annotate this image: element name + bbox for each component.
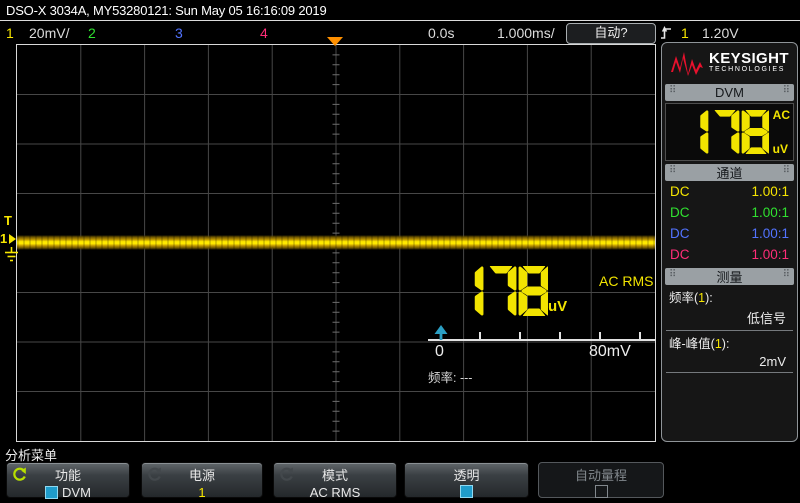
timebase-readout: 1.000ms/: [497, 25, 555, 41]
dvm-overlay-frequency: 频率: ---: [428, 367, 472, 386]
trigger-level-marker[interactable]: T: [4, 213, 12, 228]
keysight-spark-icon: [670, 50, 704, 76]
dvm-panel-title: DVM: [715, 85, 744, 100]
grip-dots-icon: ⠿: [783, 165, 790, 176]
waveform-trace-ch1: [17, 235, 655, 250]
softkey-label: 自动量程: [539, 465, 663, 484]
channel-probe-ratio: 1.00:1: [751, 184, 789, 199]
dvm-digits: [681, 110, 769, 154]
keysight-logo: KEYSIGHT TECHNOLOGIES: [662, 43, 797, 83]
measure-panel-header[interactable]: ⠿ 测量 ⠿: [665, 268, 794, 285]
separator-line: [0, 20, 800, 21]
dvm-scale-tick: [479, 332, 481, 339]
title-bar: DSO-X 3034A, MY53280121: Sun May 05 16:1…: [6, 3, 326, 18]
dvm-scale-tick: [639, 332, 641, 339]
measure-panel-title: 测量: [716, 267, 742, 286]
softkey-value: AC RMS: [274, 485, 396, 500]
channel-coupling: DC: [670, 226, 690, 241]
channel-coupling: DC: [670, 184, 690, 199]
measure-item-peak-peak: 峰-峰值(1): 2mV: [665, 331, 794, 373]
channel-row-3: DC 1.00:1: [665, 223, 794, 244]
softkey-label: 透明: [405, 465, 528, 484]
trigger-slope-icon: [660, 25, 672, 41]
channel4-label: 4: [260, 25, 268, 41]
softkey-value: 1: [142, 485, 262, 500]
channel-probe-ratio: 1.00:1: [751, 226, 789, 241]
grip-dots-icon: ⠿: [783, 85, 790, 96]
channel1-reference-marker[interactable]: 1: [0, 231, 7, 246]
dvm-scale-tick: [599, 332, 601, 339]
measure-label: 峰-峰值(1):: [665, 331, 794, 353]
brand-sub: TECHNOLOGIES: [709, 66, 789, 74]
dvm-unit: uV: [773, 142, 790, 156]
dvm-panel: ⠿ DVM ⠿ AC uV: [665, 84, 794, 161]
dvm-scale-tick: [559, 332, 561, 339]
dvm-scale-min: 0: [435, 343, 444, 361]
grip-dots-icon: ⠿: [669, 165, 676, 176]
measure-value: 2mV: [665, 353, 794, 372]
channel2-label: 2: [88, 25, 96, 41]
channels-panel: ⠿ 通道 ⠿ DC 1.00:1 DC 1.00:1 DC 1.00:1 DC …: [665, 164, 794, 265]
dvm-coupling: AC: [773, 108, 790, 122]
dvm-overlay-unit: uV: [548, 298, 567, 315]
checkbox-checked: [45, 486, 58, 499]
softkey-value: DVM: [62, 485, 91, 500]
trigger-source: 1: [681, 25, 689, 41]
channel-row-1: DC 1.00:1: [665, 181, 794, 202]
dvm-display: AC uV: [665, 103, 794, 161]
channel-coupling: DC: [670, 247, 690, 262]
separator: [666, 372, 793, 373]
dvm-overlay-digits: [454, 266, 548, 316]
channel1-reference-arrow-icon: [9, 234, 16, 244]
trigger-level: 1.20V: [702, 25, 739, 41]
channels-panel-header[interactable]: ⠿ 通道 ⠿: [665, 164, 794, 181]
dvm-overlay-mode: AC RMS: [599, 273, 653, 289]
auto-trigger-button[interactable]: 自动?: [566, 23, 656, 44]
dvm-scale-max: 80mV: [589, 343, 631, 361]
softkey-source[interactable]: 电源 1: [141, 462, 263, 498]
rotary-knob-icon: [12, 467, 27, 482]
grip-dots-icon: ⠿: [669, 269, 676, 280]
channel-probe-ratio: 1.00:1: [751, 205, 789, 220]
rotary-knob-icon: [279, 467, 294, 482]
measure-value: 低信号: [665, 307, 794, 330]
channel-row-4: DC 1.00:1: [665, 244, 794, 265]
dvm-scale-tick: [519, 332, 521, 339]
channel3-label: 3: [175, 25, 183, 41]
dvm-panel-header[interactable]: ⠿ DVM ⠿: [665, 84, 794, 101]
softkey-function[interactable]: 功能 DVM: [6, 462, 130, 498]
checkbox-checked: [460, 485, 473, 498]
measure-item-frequency: 频率(1): 低信号: [665, 285, 794, 331]
sidebar: KEYSIGHT TECHNOLOGIES ⠿ DVM ⠿ AC uV ⠿ 通道…: [661, 42, 798, 442]
trigger-position-marker[interactable]: [327, 37, 343, 46]
channel1-scale: 20mV/: [29, 25, 69, 41]
dvm-scale-pointer-icon: [433, 325, 449, 340]
brand-name: KEYSIGHT: [709, 52, 789, 66]
channels-panel-title: 通道: [716, 163, 742, 182]
checkbox-unchecked: [595, 485, 608, 498]
channel1-label: 1: [6, 25, 14, 41]
channel-coupling: DC: [670, 205, 690, 220]
measure-label: 频率(1):: [665, 285, 794, 307]
delay-readout: 0.0s: [428, 25, 454, 41]
softkey-transparent[interactable]: 透明: [404, 462, 529, 498]
softkey-mode[interactable]: 模式 AC RMS: [273, 462, 397, 498]
grip-dots-icon: ⠿: [783, 269, 790, 280]
measure-panel: ⠿ 测量 ⠿ 频率(1): 低信号 峰-峰值(1): 2mV: [665, 268, 794, 373]
channel-row-2: DC 1.00:1: [665, 202, 794, 223]
dvm-scale-line: [428, 339, 656, 341]
ground-icon: [4, 247, 19, 262]
rotary-knob-icon: [147, 467, 162, 482]
softkey-autorange: 自动量程: [538, 462, 664, 498]
grip-dots-icon: ⠿: [669, 85, 676, 96]
channel-probe-ratio: 1.00:1: [751, 247, 789, 262]
